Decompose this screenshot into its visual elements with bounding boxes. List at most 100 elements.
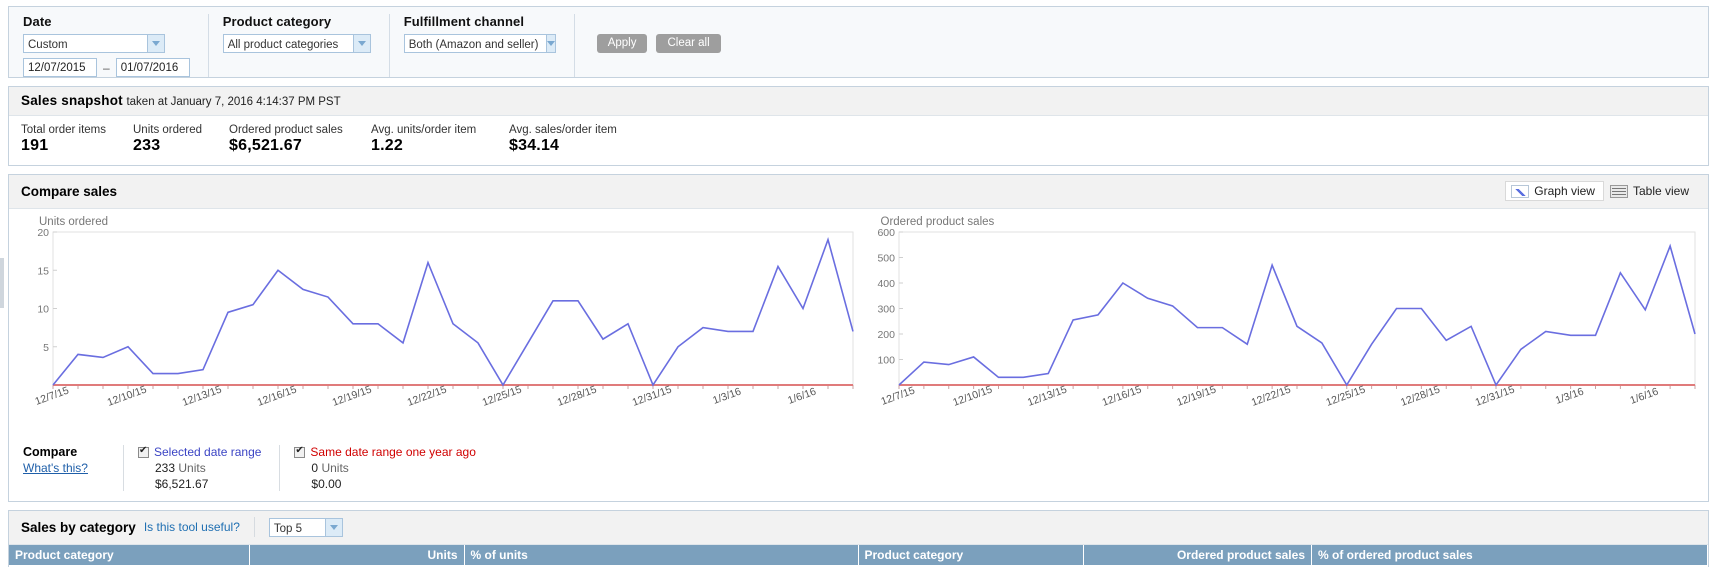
chevron-down-icon[interactable] bbox=[353, 35, 370, 52]
units-ordered-chart[interactable]: 5 10 15 20 12/7/15 12/10/15 12/13/15 12/16/15 12… bbox=[23, 228, 859, 443]
col-product-category: Product category bbox=[9, 545, 249, 565]
units-value: 0 bbox=[311, 461, 318, 475]
col-units: Units bbox=[249, 545, 464, 565]
table-view-label: Table view bbox=[1633, 184, 1689, 198]
selected-date-range-label: Selected date range bbox=[154, 445, 261, 459]
filter-actions: Apply Clear all bbox=[575, 14, 721, 53]
svg-text:12/10/15: 12/10/15 bbox=[106, 383, 149, 408]
svg-text:1/6/16: 1/6/16 bbox=[1628, 385, 1660, 406]
legend-top: Same date range one year ago bbox=[294, 445, 475, 459]
svg-text:12/31/15: 12/31/15 bbox=[1473, 383, 1516, 408]
sales-by-category-header: Sales by category Is this tool useful? T… bbox=[9, 511, 1708, 545]
svg-text:12/13/15: 12/13/15 bbox=[181, 383, 224, 408]
svg-text:12/13/15: 12/13/15 bbox=[1025, 383, 1068, 408]
prior-year-units: 0 Units bbox=[294, 461, 475, 475]
svg-text:12/10/15: 12/10/15 bbox=[951, 383, 994, 408]
svg-text:1/6/16: 1/6/16 bbox=[786, 385, 818, 406]
svg-text:600: 600 bbox=[877, 228, 895, 239]
metric-label: Total order items bbox=[21, 124, 117, 136]
sales-snapshot-title: Sales snapshot bbox=[21, 93, 123, 108]
units-category-table: Product category Units % of units Lawn &… bbox=[9, 545, 859, 567]
end-date-input[interactable] bbox=[116, 58, 190, 77]
svg-text:500: 500 bbox=[877, 253, 895, 265]
ordered-product-sales-chart-title: Ordered product sales bbox=[881, 216, 1695, 228]
is-this-tool-useful-link[interactable]: Is this tool useful? bbox=[144, 520, 240, 534]
metric-avg-sales-per-order-item: Avg. sales/order item $34.14 bbox=[509, 124, 639, 155]
charts-row: Units ordered 510152012/7/1512/10/1512/1… bbox=[9, 209, 1708, 443]
svg-text:12/16/15: 12/16/15 bbox=[1100, 383, 1143, 408]
svg-text:12/16/15: 12/16/15 bbox=[256, 383, 299, 408]
line-chart-icon bbox=[1511, 185, 1529, 198]
svg-text:400: 400 bbox=[877, 278, 895, 290]
category-tables: Product category Units % of units Lawn &… bbox=[9, 545, 1708, 567]
metric-value: 233 bbox=[133, 137, 213, 155]
units-ordered-chart-block: Units ordered 510152012/7/1512/10/1512/1… bbox=[17, 215, 859, 443]
graph-view-button[interactable]: Graph view bbox=[1505, 181, 1604, 201]
filter-group-fulfillment-channel: Fulfillment channel Both (Amazon and sel… bbox=[390, 14, 575, 77]
metric-value: 191 bbox=[21, 137, 117, 155]
sales-snapshot-subtitle: taken at January 7, 2016 4:14:37 PM PST bbox=[126, 96, 340, 108]
metric-value: $34.14 bbox=[509, 137, 639, 155]
product-category-select[interactable]: All product categories bbox=[223, 34, 371, 53]
table-view-button[interactable]: Table view bbox=[1604, 181, 1698, 201]
sales-snapshot-panel: Sales snapshot taken at January 7, 2016 … bbox=[8, 86, 1709, 166]
svg-text:1/3/16: 1/3/16 bbox=[1553, 385, 1585, 406]
compare-sales-header: Compare sales Graph view Table view bbox=[9, 175, 1708, 209]
chevron-down-icon[interactable] bbox=[546, 35, 555, 52]
metric-total-order-items: Total order items 191 bbox=[21, 124, 117, 155]
date-range-inputs: – bbox=[23, 58, 190, 77]
svg-text:12/19/15: 12/19/15 bbox=[331, 383, 374, 408]
metric-value: $6,521.67 bbox=[229, 137, 355, 155]
fulfillment-channel-select[interactable]: Both (Amazon and seller) bbox=[404, 34, 556, 53]
filter-group-date: Date Custom – bbox=[9, 14, 209, 77]
sales-snapshot-header: Sales snapshot taken at January 7, 2016 … bbox=[9, 87, 1708, 116]
date-range-select[interactable]: Custom bbox=[23, 34, 165, 53]
prior-year-label: Same date range one year ago bbox=[310, 445, 475, 459]
selected-date-range-checkbox[interactable] bbox=[138, 447, 149, 458]
svg-text:200: 200 bbox=[877, 329, 895, 341]
whats-this-link[interactable]: What's this? bbox=[23, 461, 123, 475]
ordered-product-sales-chart[interactable]: 10020030040050060012/7/1512/10/1512/13/1… bbox=[865, 228, 1701, 443]
start-date-input[interactable] bbox=[23, 58, 97, 77]
svg-text:12/7/15: 12/7/15 bbox=[33, 384, 70, 407]
svg-text:12/7/15: 12/7/15 bbox=[879, 384, 916, 407]
units-word: Units bbox=[178, 461, 205, 475]
metric-label: Avg. sales/order item bbox=[509, 124, 639, 136]
view-toggle: Graph view Table view bbox=[1505, 181, 1698, 201]
metric-avg-units-per-order-item: Avg. units/order item 1.22 bbox=[371, 124, 493, 155]
svg-text:10: 10 bbox=[37, 304, 49, 316]
metric-label: Units ordered bbox=[133, 124, 213, 136]
clear-all-button[interactable]: Clear all bbox=[656, 34, 720, 53]
apply-button[interactable]: Apply bbox=[597, 34, 648, 53]
chevron-down-icon[interactable] bbox=[325, 519, 342, 536]
top-n-select[interactable]: Top 5 bbox=[269, 518, 343, 537]
fulfillment-channel-value: Both (Amazon and seller) bbox=[405, 35, 547, 52]
ordered-product-sales-chart-block: Ordered product sales 100200300400500600… bbox=[859, 215, 1701, 443]
date-label: Date bbox=[23, 14, 190, 29]
col-pct-ordered-product-sales: % of ordered product sales bbox=[1312, 545, 1708, 565]
svg-text:12/22/15: 12/22/15 bbox=[406, 383, 449, 408]
svg-text:1/3/16: 1/3/16 bbox=[711, 385, 743, 406]
left-scroll-marker bbox=[0, 258, 4, 308]
compare-legend: Compare What's this? Selected date range… bbox=[9, 443, 1708, 501]
metric-units-ordered: Units ordered 233 bbox=[133, 124, 213, 155]
metric-label: Ordered product sales bbox=[229, 124, 355, 136]
chevron-down-icon[interactable] bbox=[147, 35, 164, 52]
col-ordered-product-sales: Ordered product sales bbox=[1084, 545, 1312, 565]
svg-text:15: 15 bbox=[37, 265, 49, 277]
svg-text:5: 5 bbox=[43, 342, 49, 354]
compare-label: Compare bbox=[23, 445, 115, 459]
top-n-value: Top 5 bbox=[270, 519, 310, 536]
prior-year-checkbox[interactable] bbox=[294, 447, 305, 458]
svg-text:12/28/15: 12/28/15 bbox=[1399, 383, 1442, 408]
legend-item-prior-year: Same date range one year ago 0 Units $0.… bbox=[279, 445, 493, 491]
compare-sales-panel: Compare sales Graph view Table view Unit… bbox=[8, 174, 1709, 502]
svg-text:20: 20 bbox=[37, 228, 49, 239]
col-pct-units: % of units bbox=[464, 545, 858, 565]
table-header-row: Product category Units % of units bbox=[9, 545, 858, 565]
filter-group-product-category: Product category All product categories bbox=[209, 14, 390, 77]
legend-item-selected-range: Selected date range 233 Units $6,521.67 bbox=[123, 445, 279, 491]
fulfillment-channel-label: Fulfillment channel bbox=[404, 14, 556, 29]
table-header-row: Product category Ordered product sales %… bbox=[859, 545, 1708, 565]
svg-text:12/25/15: 12/25/15 bbox=[481, 383, 524, 408]
